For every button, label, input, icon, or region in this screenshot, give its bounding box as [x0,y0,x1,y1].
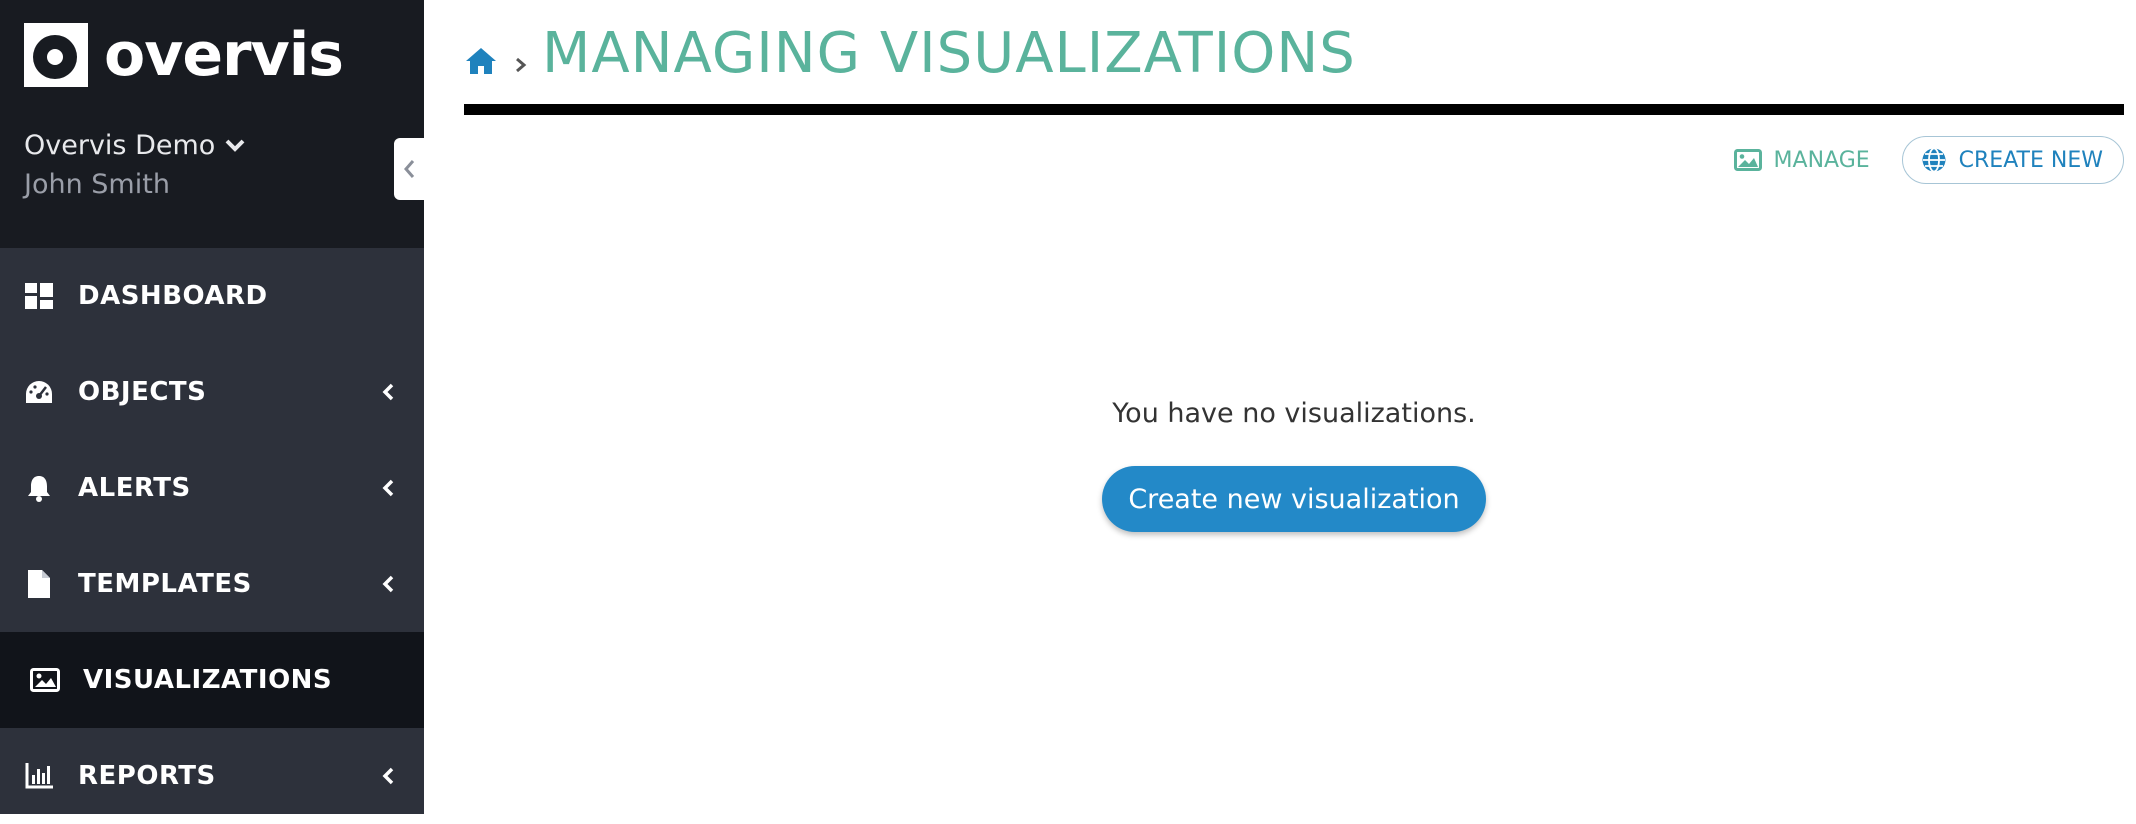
manage-button[interactable]: MANAGE [1733,147,1870,173]
manage-label: MANAGE [1773,147,1870,173]
sidebar-item-objects[interactable]: OBJECTS [0,344,424,440]
bell-icon [24,473,54,503]
chevron-left-icon [382,479,394,497]
sidebar-item-label: DASHBOARD [78,281,268,311]
globe-icon [1922,147,1946,173]
breadcrumb: MANAGING VISUALIZATIONS [464,18,1356,90]
title-divider [464,104,2124,115]
sidebar-item-reports[interactable]: REPORTS [0,728,424,824]
sidebar: overvis Overvis Demo John Smith DASHBOAR… [0,0,424,814]
logo-icon [24,23,88,87]
sidebar-nav: DASHBOARD OBJECTS ALERTS TEMPLATES VISUA… [0,248,424,824]
sidebar-item-templates[interactable]: TEMPLATES [0,536,424,632]
image-icon [1733,149,1762,171]
create-visualization-button[interactable]: Create new visualization [1102,466,1486,532]
chevron-left-icon [382,767,394,785]
sidebar-item-label: TEMPLATES [78,569,252,599]
empty-state-message: You have no visualizations. [1112,398,1476,429]
sidebar-item-alerts[interactable]: ALERTS [0,440,424,536]
brand-name: overvis [104,20,344,90]
logo[interactable]: overvis [24,20,344,90]
chevron-left-icon [382,383,394,401]
image-icon [30,665,60,695]
chevron-left-icon [382,575,394,593]
chevron-left-icon [404,160,415,178]
account-switcher[interactable]: Overvis Demo John Smith [24,130,245,200]
bar-chart-icon [24,761,54,791]
home-icon[interactable] [464,46,498,76]
sidebar-item-dashboard[interactable]: DASHBOARD [0,248,424,344]
sidebar-item-label: VISUALIZATIONS [83,665,333,695]
main-content: MANAGING VISUALIZATIONS MANAGE CREATE NE… [424,0,2136,814]
chevron-right-icon [516,57,527,73]
sidebar-item-label: REPORTS [78,761,216,791]
create-new-button[interactable]: CREATE NEW [1901,136,2124,184]
create-new-label: CREATE NEW [1958,147,2103,173]
gauge-icon [24,377,54,407]
sidebar-item-visualizations[interactable]: VISUALIZATIONS [0,632,424,728]
chevron-down-icon [225,139,245,152]
toolbar: MANAGE CREATE NEW [1733,136,2124,184]
page-title: MANAGING VISUALIZATIONS [542,21,1356,86]
sidebar-item-label: OBJECTS [78,377,207,407]
sidebar-collapse-button[interactable] [394,138,424,200]
org-dropdown[interactable]: Overvis Demo [24,130,245,161]
org-name: Overvis Demo [24,130,216,161]
user-name: John Smith [24,169,170,200]
sidebar-header: overvis Overvis Demo John Smith [0,0,424,248]
dashboard-icon [24,281,54,311]
file-icon [24,569,54,599]
sidebar-item-label: ALERTS [78,473,191,503]
